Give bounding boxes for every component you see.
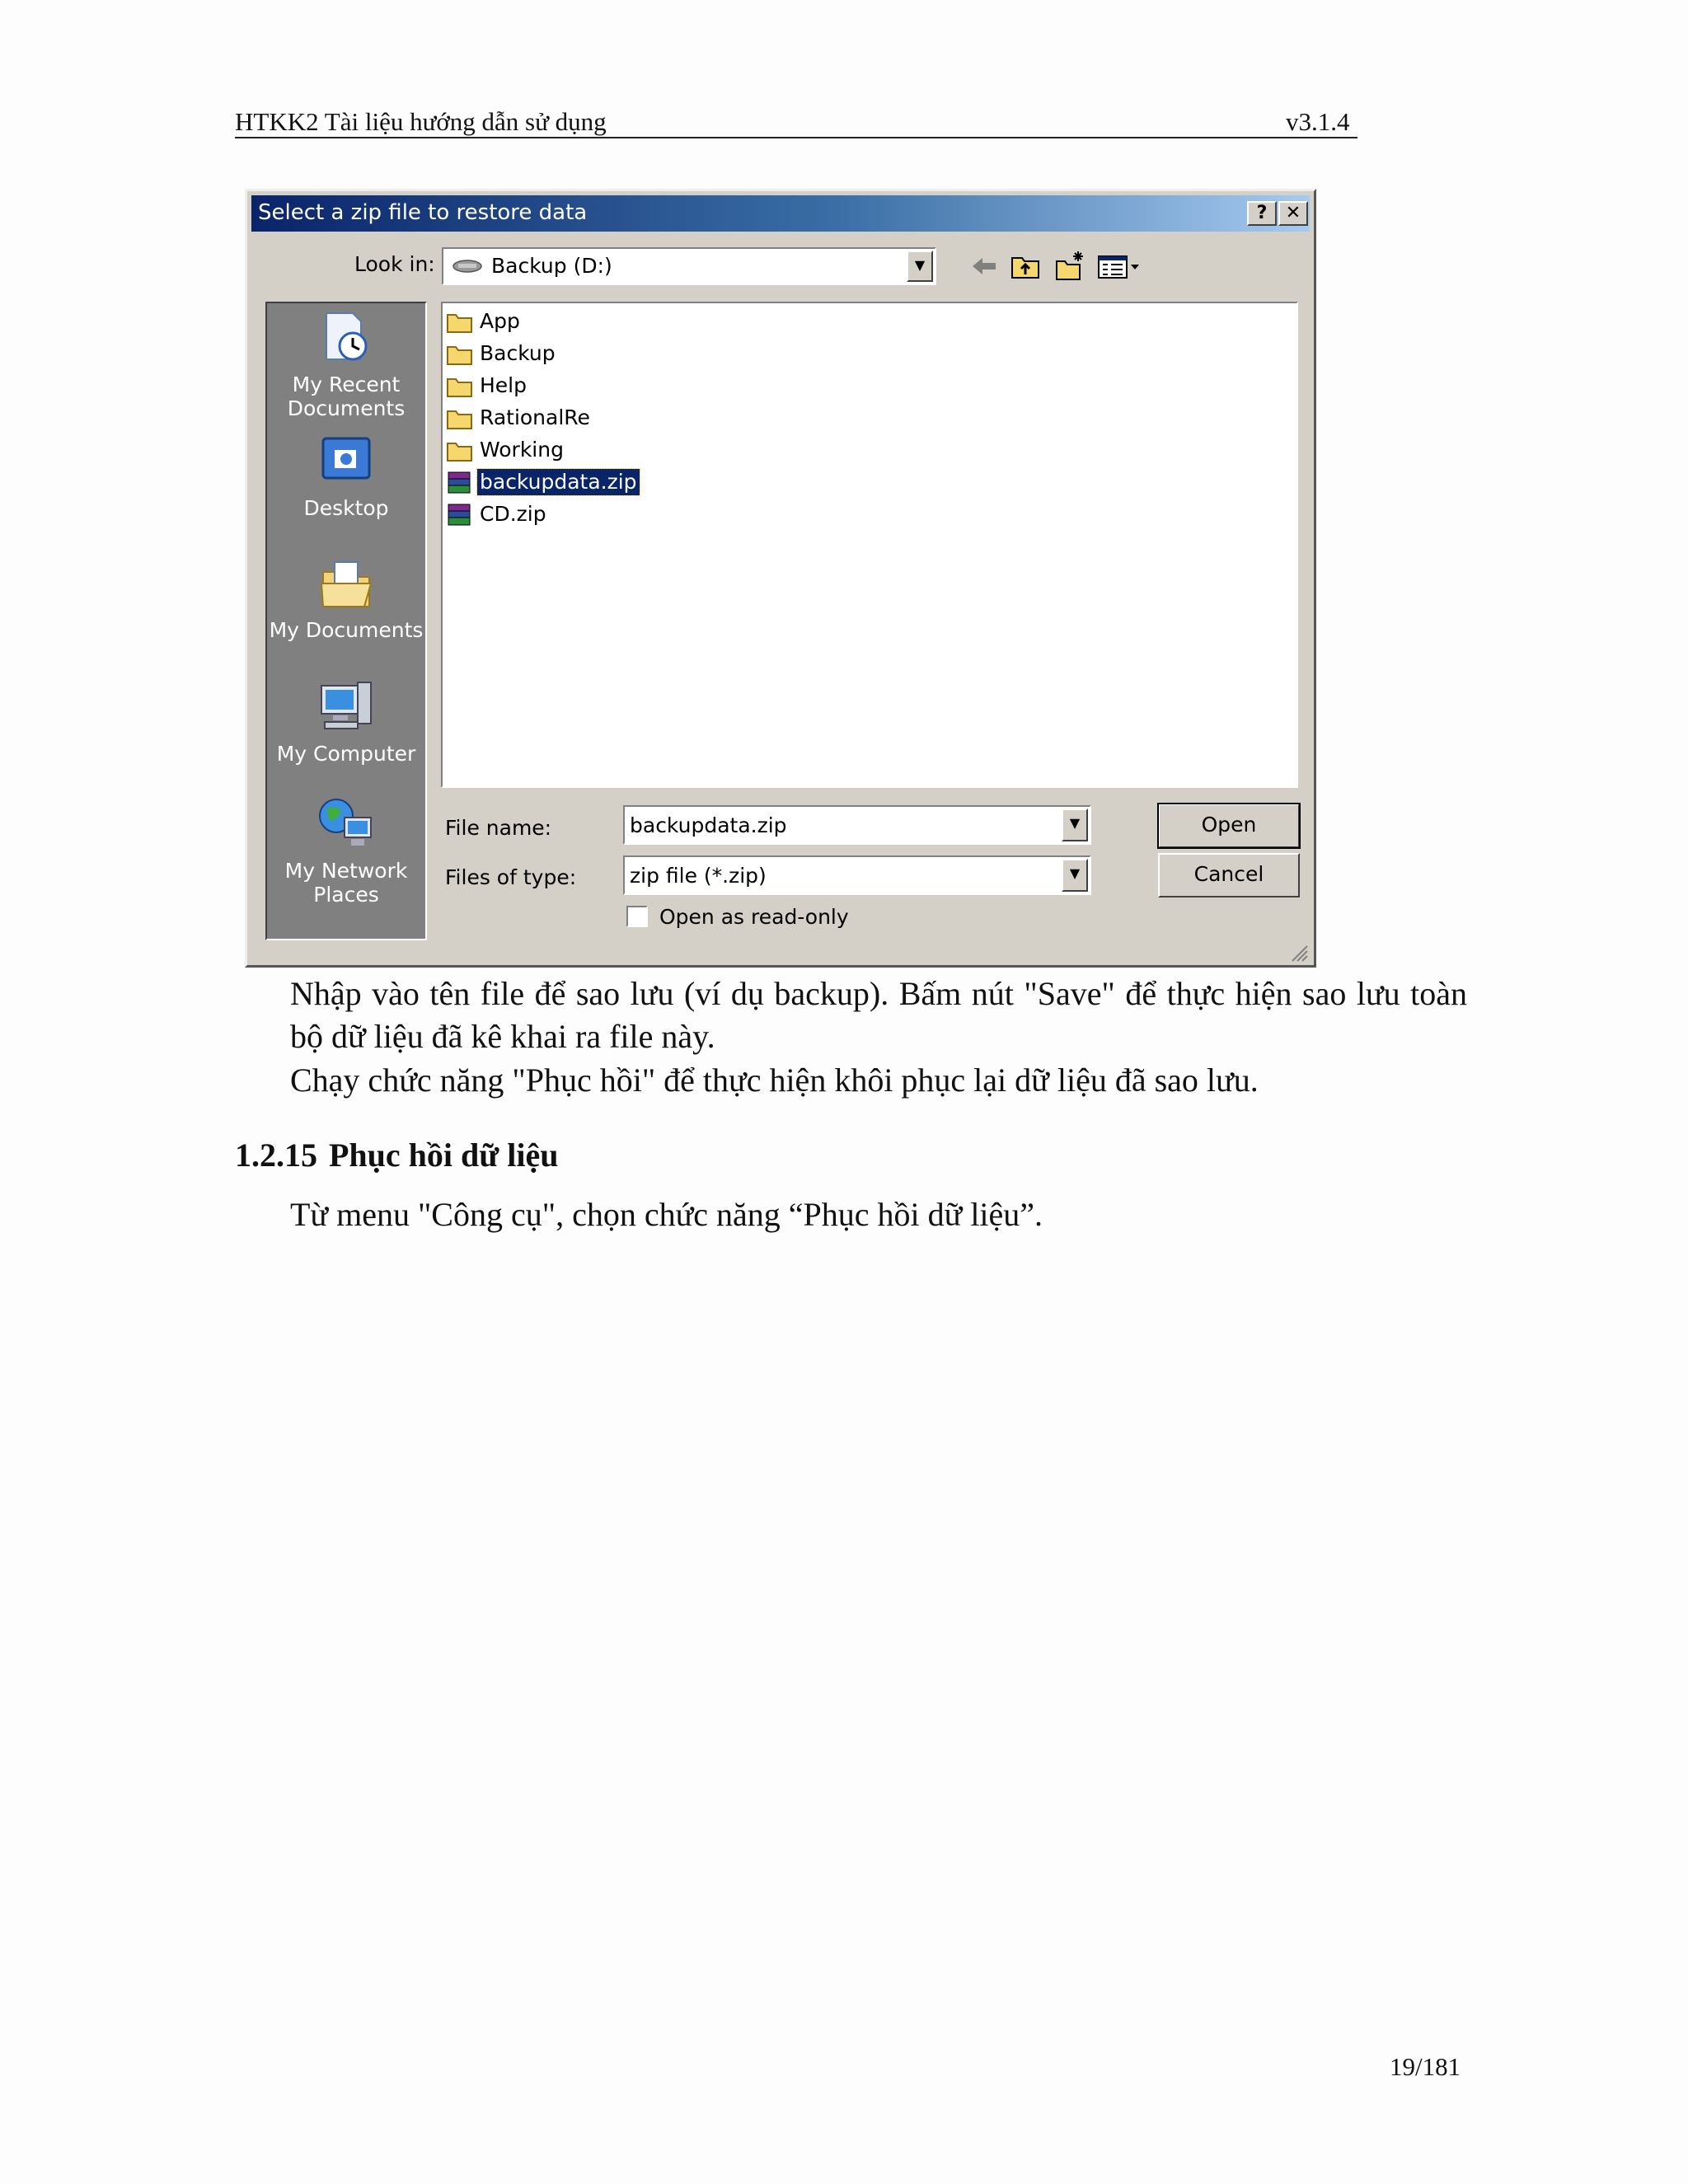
new-folder-icon[interactable] (1053, 250, 1086, 283)
section-heading: 1.2.15 Phục hồi dữ liệu (235, 1136, 559, 1174)
file-name: RationalRe (480, 405, 590, 429)
look-in-dropdown[interactable]: Backup (D:) ▼ (442, 247, 936, 285)
page-number: 19/181 (1390, 2052, 1461, 2081)
file-type-value: zip file (*.zip) (630, 864, 767, 888)
file-name: backupdata.zip (476, 468, 640, 496)
document-header-title: HTKK2 Tài liệu hướng dẫn sử dụng (235, 107, 607, 136)
folder-icon (447, 443, 472, 462)
places-bar: My Recent Documents Desktop My Documents (265, 302, 427, 940)
paragraph: Chạy chức năng "Phục hồi" để thực hiện k… (290, 1062, 1259, 1099)
place-label: My Computer (276, 742, 416, 766)
open-file-dialog: Select a zip file to restore data ? ✕ Lo… (245, 189, 1316, 968)
chevron-down-icon[interactable]: ▼ (1062, 859, 1088, 892)
folder-icon (447, 410, 472, 429)
recent-documents-icon (326, 312, 368, 361)
zip-archive-icon (448, 471, 471, 494)
back-arrow-icon[interactable] (968, 250, 1001, 283)
file-list[interactable]: App Backup Help RationalRe Working backu… (441, 302, 1298, 788)
paragraph: Từ menu "Công cụ", chọn chức năng “Phục … (290, 1196, 1043, 1233)
drive-icon (452, 260, 482, 273)
header-rule (235, 137, 1357, 138)
section-title: Phục hồi dữ liệu (329, 1137, 559, 1174)
help-button[interactable]: ? (1247, 201, 1277, 226)
folder-icon (447, 378, 472, 397)
views-menu-icon[interactable] (1096, 250, 1144, 283)
place-label: My Network (284, 859, 408, 883)
file-name: Backup (480, 341, 556, 365)
resize-grip-icon[interactable] (1287, 941, 1309, 963)
folder-icon (447, 314, 472, 333)
section-number: 1.2.15 (235, 1137, 317, 1174)
place-desktop[interactable]: Desktop (267, 432, 425, 520)
file-name: Help (480, 373, 527, 397)
place-my-computer[interactable]: My Computer (267, 677, 425, 766)
place-label: Desktop (303, 496, 389, 520)
file-type-label: Files of type: (445, 865, 577, 889)
readonly-checkbox[interactable] (626, 906, 648, 927)
place-my-recent-documents[interactable]: My Recent Documents (267, 308, 425, 420)
file-name-label: File name: (445, 816, 552, 840)
close-button[interactable]: ✕ (1278, 201, 1308, 226)
open-button[interactable]: Open (1157, 803, 1301, 849)
place-my-documents[interactable]: My Documents (267, 554, 425, 642)
look-in-value: Backup (D:) (491, 254, 612, 278)
file-type-dropdown[interactable]: zip file (*.zip) ▼ (623, 855, 1091, 895)
folder-icon (447, 346, 472, 365)
dialog-title: Select a zip file to restore data (258, 200, 588, 225)
chevron-down-icon[interactable]: ▼ (1062, 808, 1088, 841)
file-name: CD.zip (480, 502, 546, 526)
file-name-field[interactable]: backupdata.zip ▼ (623, 805, 1091, 845)
place-label: My Recent (292, 373, 401, 396)
zip-archive-icon (448, 504, 471, 526)
network-places-icon (319, 799, 372, 846)
file-name: App (480, 309, 520, 333)
paragraph: Nhập vào tên file để sao lưu (ví dụ back… (290, 975, 1467, 1055)
readonly-label: Open as read-only (659, 905, 849, 929)
desktop-icon (321, 437, 371, 480)
place-label: Places (313, 883, 379, 907)
file-name-value: backupdata.zip (630, 813, 787, 837)
dialog-titlebar[interactable]: Select a zip file to restore data ? ✕ (251, 195, 1310, 232)
my-documents-icon (320, 561, 373, 607)
look-in-label: Look in: (354, 252, 435, 276)
place-my-network-places[interactable]: My Network Places (267, 794, 425, 907)
cancel-button[interactable]: Cancel (1158, 853, 1300, 898)
place-label: Documents (287, 396, 406, 420)
place-label: My Documents (269, 618, 424, 642)
chevron-down-icon[interactable]: ▼ (907, 251, 933, 282)
file-name: Working (480, 438, 564, 462)
document-version: v3.1.4 (1286, 107, 1350, 136)
up-one-level-icon[interactable] (1009, 250, 1042, 283)
my-computer-icon (321, 682, 372, 729)
